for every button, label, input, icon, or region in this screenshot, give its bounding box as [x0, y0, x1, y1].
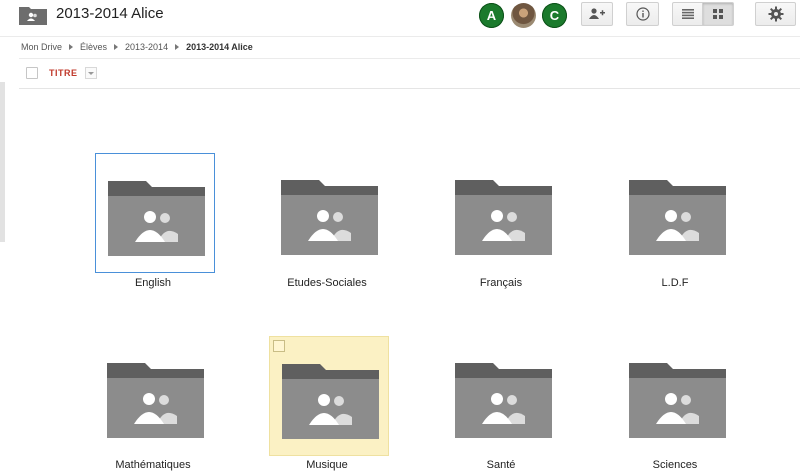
folder-tile-mathematiques[interactable]: [95, 336, 215, 456]
list-view-button[interactable]: [672, 2, 703, 26]
shared-folder-icon: [108, 181, 205, 256]
shared-folder-icon: [19, 7, 47, 25]
shared-folder-icon: [455, 363, 552, 438]
breadcrumb-current: 2013-2014 Alice: [186, 42, 253, 52]
folder-label[interactable]: Sciences: [595, 459, 755, 471]
folder-label[interactable]: Etudes-Sociales: [247, 277, 407, 289]
folder-title: 2013-2014 Alice: [56, 5, 164, 22]
folder-tile-etudes-sociales[interactable]: [269, 153, 389, 273]
share-button[interactable]: [581, 2, 613, 26]
folder-label[interactable]: L.D.F: [595, 277, 755, 289]
top-bar: 2013-2014 Alice A C: [0, 0, 800, 34]
shared-folder-icon: [629, 180, 726, 255]
folder-select-checkbox[interactable]: [273, 340, 285, 352]
folder-label[interactable]: Musique: [247, 459, 407, 471]
folder-label[interactable]: English: [73, 277, 233, 289]
shared-folder-icon: [629, 363, 726, 438]
header-divider: [0, 36, 800, 37]
shared-folder-icon: [107, 363, 204, 438]
breadcrumb-separator-icon: [175, 44, 180, 50]
folder-tile-francais[interactable]: [443, 153, 563, 273]
folder-label[interactable]: Mathématiques: [73, 459, 233, 471]
folder-label[interactable]: Santé: [421, 459, 581, 471]
folder-tile-sciences[interactable]: [617, 336, 737, 456]
shared-folder-icon: [281, 180, 378, 255]
folder-tile-sante[interactable]: [443, 336, 563, 456]
collaborator-avatar-c[interactable]: C: [542, 3, 567, 28]
select-all-checkbox[interactable]: [26, 67, 38, 79]
folder-tile-english[interactable]: [95, 153, 215, 273]
shared-folder-icon: [282, 364, 379, 439]
info-icon: [635, 7, 650, 21]
folder-label[interactable]: Français: [421, 277, 581, 289]
breadcrumb-item-year[interactable]: 2013-2014: [125, 42, 168, 52]
breadcrumb: Mon Drive Élèves 2013-2014 2013-2014 Ali…: [21, 42, 253, 52]
grid-view-button[interactable]: [702, 2, 734, 26]
settings-button[interactable]: [755, 2, 796, 26]
breadcrumb-separator-icon: [69, 44, 74, 50]
gear-icon: [768, 6, 783, 22]
breadcrumb-divider: [19, 58, 800, 59]
grid-view-icon: [713, 9, 723, 19]
collaborator-avatar-a[interactable]: A: [479, 3, 504, 28]
breadcrumb-separator-icon: [114, 44, 119, 50]
sort-title-column[interactable]: TITRE: [49, 68, 78, 78]
sort-dropdown-button[interactable]: [85, 67, 97, 79]
breadcrumb-item-mon-drive[interactable]: Mon Drive: [21, 42, 62, 52]
folder-tile-musique[interactable]: [269, 336, 389, 456]
list-header-divider: [19, 88, 800, 89]
shared-folder-icon: [455, 180, 552, 255]
add-person-icon: [589, 8, 605, 19]
scrollbar[interactable]: [0, 82, 5, 242]
folder-tile-ldf[interactable]: [617, 153, 737, 273]
breadcrumb-item-eleves[interactable]: Élèves: [80, 42, 107, 52]
details-button[interactable]: [626, 2, 659, 26]
collaborator-avatar-photo[interactable]: [511, 3, 536, 28]
list-view-icon: [681, 9, 694, 19]
